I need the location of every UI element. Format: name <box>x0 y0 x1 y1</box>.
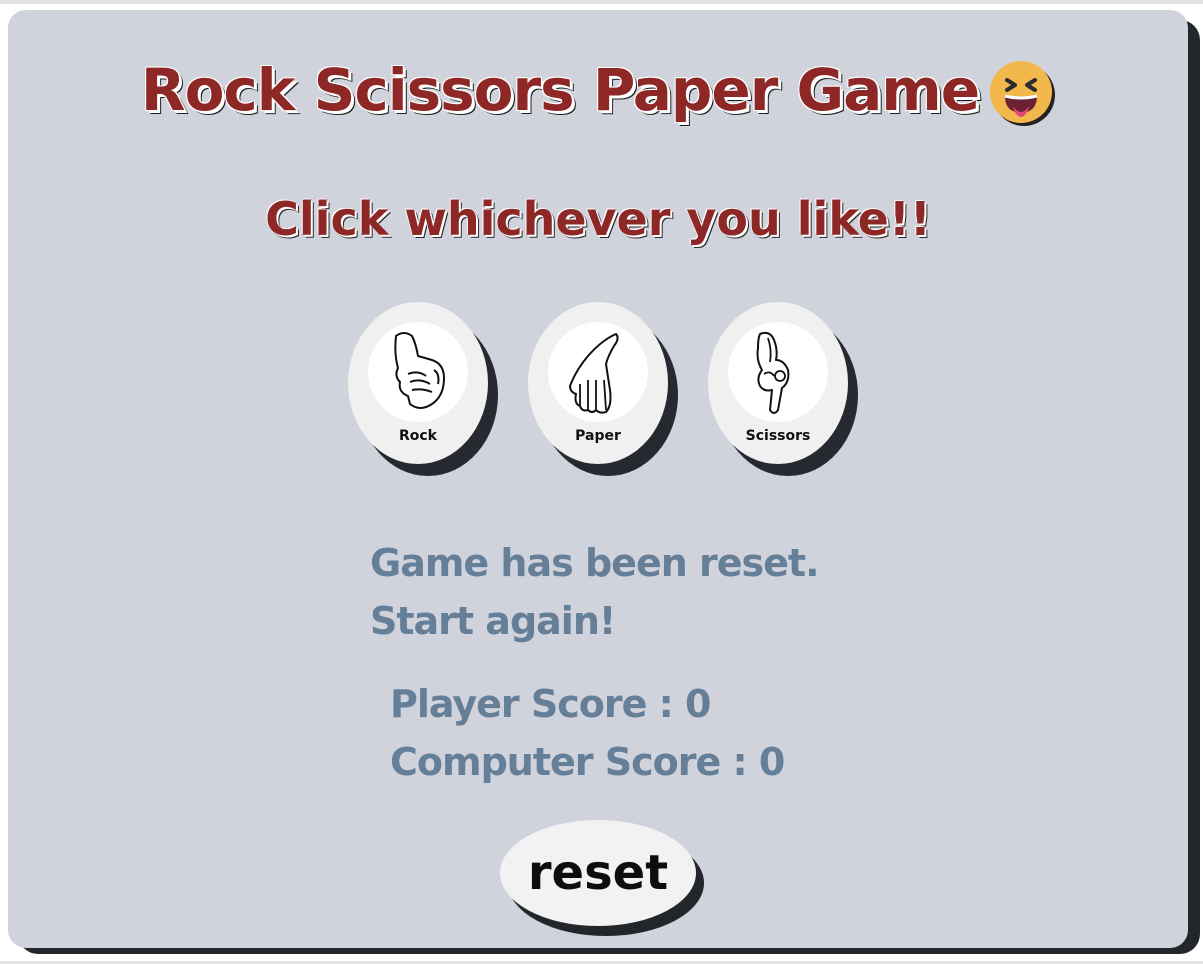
scissors-hand-icon <box>756 331 790 414</box>
computer-score-label: Computer Score : <box>390 740 759 784</box>
player-score-label: Player Score : <box>390 682 686 726</box>
reset-button[interactable]: reset <box>500 820 696 926</box>
rock-choice: Rock <box>348 302 498 476</box>
computer-score: Computer Score : 0 <box>390 740 785 784</box>
squinting-face-with-tongue-icon <box>987 58 1056 126</box>
status-line-2: Start again! <box>370 599 616 643</box>
rock-button[interactable]: Rock <box>348 302 488 464</box>
game-card: Rock Scissors Paper Game Click whichever… <box>8 10 1188 948</box>
player-score-value: 0 <box>685 682 711 726</box>
computer-score-value: 0 <box>758 740 785 784</box>
scissors-button[interactable]: Scissors <box>708 302 848 464</box>
game-status: Game has been reset. Start again! <box>370 534 990 650</box>
scissors-label: Scissors <box>745 428 811 444</box>
reset-control: reset <box>500 820 706 942</box>
open-hand-icon <box>569 333 619 414</box>
fist-hand-icon <box>394 332 445 409</box>
paper-button[interactable]: Paper <box>528 302 668 464</box>
instruction-text: Click whichever you like!! <box>265 192 931 246</box>
top-border <box>0 0 1203 4</box>
rock-icon-circle <box>368 322 468 422</box>
scissors-choice: Scissors <box>708 302 858 476</box>
scissors-icon-circle <box>728 322 828 422</box>
page-title: Rock Scissors Paper Game <box>8 56 1188 126</box>
status-line-1: Game has been reset. <box>370 541 820 585</box>
title-text: Rock Scissors Paper Game <box>140 56 980 124</box>
paper-choice: Paper <box>528 302 678 476</box>
player-score: Player Score : 0 <box>390 682 712 726</box>
rock-label: Rock <box>398 428 437 444</box>
paper-label: Paper <box>575 428 621 444</box>
paper-icon-circle <box>548 322 648 422</box>
